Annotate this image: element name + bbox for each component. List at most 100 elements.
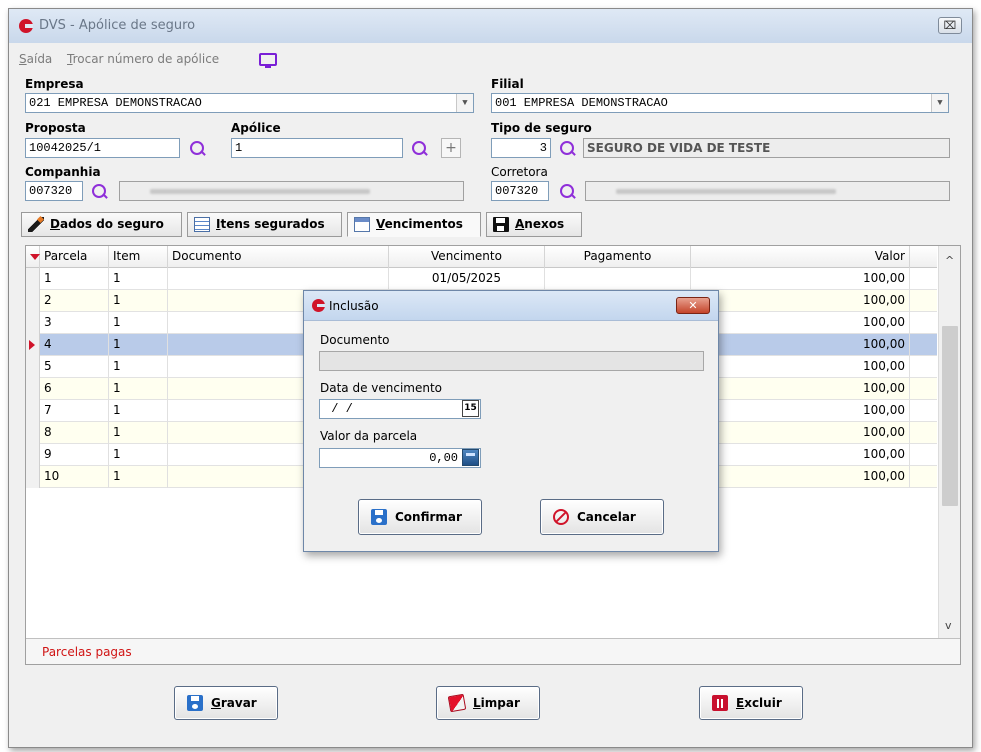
monitor-icon[interactable] bbox=[259, 53, 277, 68]
cell-parcela[interactable]: 5 bbox=[40, 356, 109, 378]
cell-parcela[interactable]: 7 bbox=[40, 400, 109, 422]
excluir-button[interactable]: Excluir bbox=[699, 686, 803, 720]
scroll-up-icon[interactable]: ^ bbox=[945, 254, 954, 267]
valor-parcela-label: Valor da parcela bbox=[320, 429, 418, 443]
valor-parcela-input[interactable]: 0,00 bbox=[319, 448, 481, 468]
menu-item-saida[interactable]: Saída bbox=[19, 52, 52, 66]
empresa-select[interactable]: 021 EMPRESA DEMONSTRACAO ▼ bbox=[25, 93, 474, 113]
cell-valor[interactable]: 100,00 bbox=[691, 378, 910, 400]
companhia-name-field bbox=[119, 181, 464, 201]
cancelar-label: Cancelar bbox=[577, 510, 636, 524]
scrollbar-thumb[interactable] bbox=[942, 326, 958, 506]
chevron-down-icon[interactable]: ▼ bbox=[456, 94, 473, 112]
cell-parcela[interactable]: 10 bbox=[40, 466, 109, 488]
vertical-scrollbar[interactable]: ^ v bbox=[938, 246, 960, 638]
documento-input[interactable] bbox=[319, 351, 704, 371]
companhia-name-redacted bbox=[150, 189, 370, 194]
cell-valor[interactable]: 100,00 bbox=[691, 334, 910, 356]
cell-item[interactable]: 1 bbox=[109, 444, 168, 466]
cancelar-button[interactable]: Cancelar bbox=[540, 499, 664, 535]
proposta-input[interactable]: 10042025/1 bbox=[25, 138, 180, 158]
col-header-valor[interactable]: Valor bbox=[691, 246, 910, 268]
proposta-search-icon[interactable] bbox=[189, 140, 207, 158]
row-indicator[interactable] bbox=[26, 290, 40, 312]
cell-valor[interactable]: 100,00 bbox=[691, 312, 910, 334]
col-header-vencimento[interactable]: Vencimento bbox=[389, 246, 545, 268]
calendar-picker-icon[interactable]: 15 bbox=[462, 400, 479, 417]
row-indicator[interactable] bbox=[26, 466, 40, 488]
tab-vencimentos[interactable]: Vencimentos bbox=[347, 212, 481, 237]
menu-item-saida-label: aída bbox=[26, 52, 53, 66]
tipo-seguro-search-icon[interactable] bbox=[559, 140, 577, 158]
cell-item[interactable]: 1 bbox=[109, 290, 168, 312]
row-indicator[interactable] bbox=[26, 422, 40, 444]
cell-valor[interactable]: 100,00 bbox=[691, 422, 910, 444]
cell-parcela[interactable]: 3 bbox=[40, 312, 109, 334]
tab-itens-segurados[interactable]: Itens segurados bbox=[187, 212, 342, 237]
gravar-button[interactable]: Gravar bbox=[174, 686, 278, 720]
cell-vencimento[interactable]: 01/05/2025 bbox=[389, 268, 545, 290]
cell-valor[interactable]: 100,00 bbox=[691, 466, 910, 488]
limpar-button[interactable]: Limpar bbox=[436, 686, 540, 720]
dialog-title: Inclusão bbox=[329, 299, 379, 313]
cell-valor[interactable]: 100,00 bbox=[691, 400, 910, 422]
row-indicator[interactable] bbox=[26, 312, 40, 334]
row-indicator[interactable] bbox=[26, 268, 40, 290]
cell-parcela[interactable]: 8 bbox=[40, 422, 109, 444]
cell-parcela[interactable]: 4 bbox=[40, 334, 109, 356]
row-indicator[interactable] bbox=[26, 378, 40, 400]
cell-valor[interactable]: 100,00 bbox=[691, 290, 910, 312]
add-apolice-button[interactable]: + bbox=[441, 138, 461, 158]
limpar-label: impar bbox=[480, 696, 520, 710]
apolice-input[interactable]: 1 bbox=[231, 138, 403, 158]
scroll-down-icon[interactable]: v bbox=[945, 619, 952, 632]
table-row[interactable]: 1 1 01/05/2025 100,00 bbox=[26, 268, 937, 290]
cell-documento[interactable] bbox=[168, 268, 389, 290]
companhia-code-input[interactable]: 007320 bbox=[25, 181, 83, 201]
menu-item-trocar-apolice[interactable]: Trocar número de apólice bbox=[67, 52, 219, 66]
tab-anexos-key: A bbox=[515, 217, 525, 231]
col-header-pagamento[interactable]: Pagamento bbox=[545, 246, 691, 268]
gravar-label: ravar bbox=[220, 696, 257, 710]
cell-item[interactable]: 1 bbox=[109, 422, 168, 444]
cell-parcela[interactable]: 2 bbox=[40, 290, 109, 312]
tab-anexos[interactable]: Anexos bbox=[486, 212, 582, 237]
filial-select[interactable]: 001 EMPRESA DEMONSTRACAO ▼ bbox=[491, 93, 949, 113]
row-indicator[interactable] bbox=[26, 334, 40, 356]
apolice-search-icon[interactable] bbox=[411, 140, 429, 158]
cell-valor[interactable]: 100,00 bbox=[691, 356, 910, 378]
cell-parcela[interactable]: 1 bbox=[40, 268, 109, 290]
dialog-close-button[interactable]: ✕ bbox=[676, 297, 710, 314]
cancel-icon bbox=[553, 509, 569, 525]
col-header-item[interactable]: Item bbox=[109, 246, 168, 268]
cell-valor[interactable]: 100,00 bbox=[691, 444, 910, 466]
col-header-parcela[interactable]: Parcela bbox=[40, 246, 109, 268]
cell-item[interactable]: 1 bbox=[109, 268, 168, 290]
confirmar-button[interactable]: Confirmar bbox=[358, 499, 482, 535]
chevron-down-icon[interactable]: ▼ bbox=[931, 94, 948, 112]
row-indicator[interactable] bbox=[26, 444, 40, 466]
calculator-icon[interactable] bbox=[462, 449, 479, 466]
cell-item[interactable]: 1 bbox=[109, 378, 168, 400]
cell-parcela[interactable]: 9 bbox=[40, 444, 109, 466]
cell-item[interactable]: 1 bbox=[109, 334, 168, 356]
cell-parcela[interactable]: 6 bbox=[40, 378, 109, 400]
col-header-documento[interactable]: Documento bbox=[168, 246, 389, 268]
corretora-search-icon[interactable] bbox=[559, 183, 577, 201]
tab-dados-seguro[interactable]: Dados do seguro bbox=[21, 212, 182, 237]
cell-pagamento[interactable] bbox=[545, 268, 691, 290]
cell-item[interactable]: 1 bbox=[109, 356, 168, 378]
companhia-search-icon[interactable] bbox=[91, 183, 109, 201]
sort-down-icon[interactable] bbox=[30, 254, 40, 260]
eraser-icon bbox=[447, 693, 467, 713]
data-vencimento-input[interactable]: / / bbox=[319, 399, 481, 419]
cell-item[interactable]: 1 bbox=[109, 400, 168, 422]
window-close-button[interactable]: ⌧ bbox=[938, 17, 962, 34]
row-indicator[interactable] bbox=[26, 356, 40, 378]
cell-valor[interactable]: 100,00 bbox=[691, 268, 910, 290]
cell-item[interactable]: 1 bbox=[109, 312, 168, 334]
row-indicator[interactable] bbox=[26, 400, 40, 422]
corretora-code-input[interactable]: 007320 bbox=[491, 181, 549, 201]
cell-item[interactable]: 1 bbox=[109, 466, 168, 488]
tipo-seguro-code-input[interactable]: 3 bbox=[491, 138, 551, 158]
